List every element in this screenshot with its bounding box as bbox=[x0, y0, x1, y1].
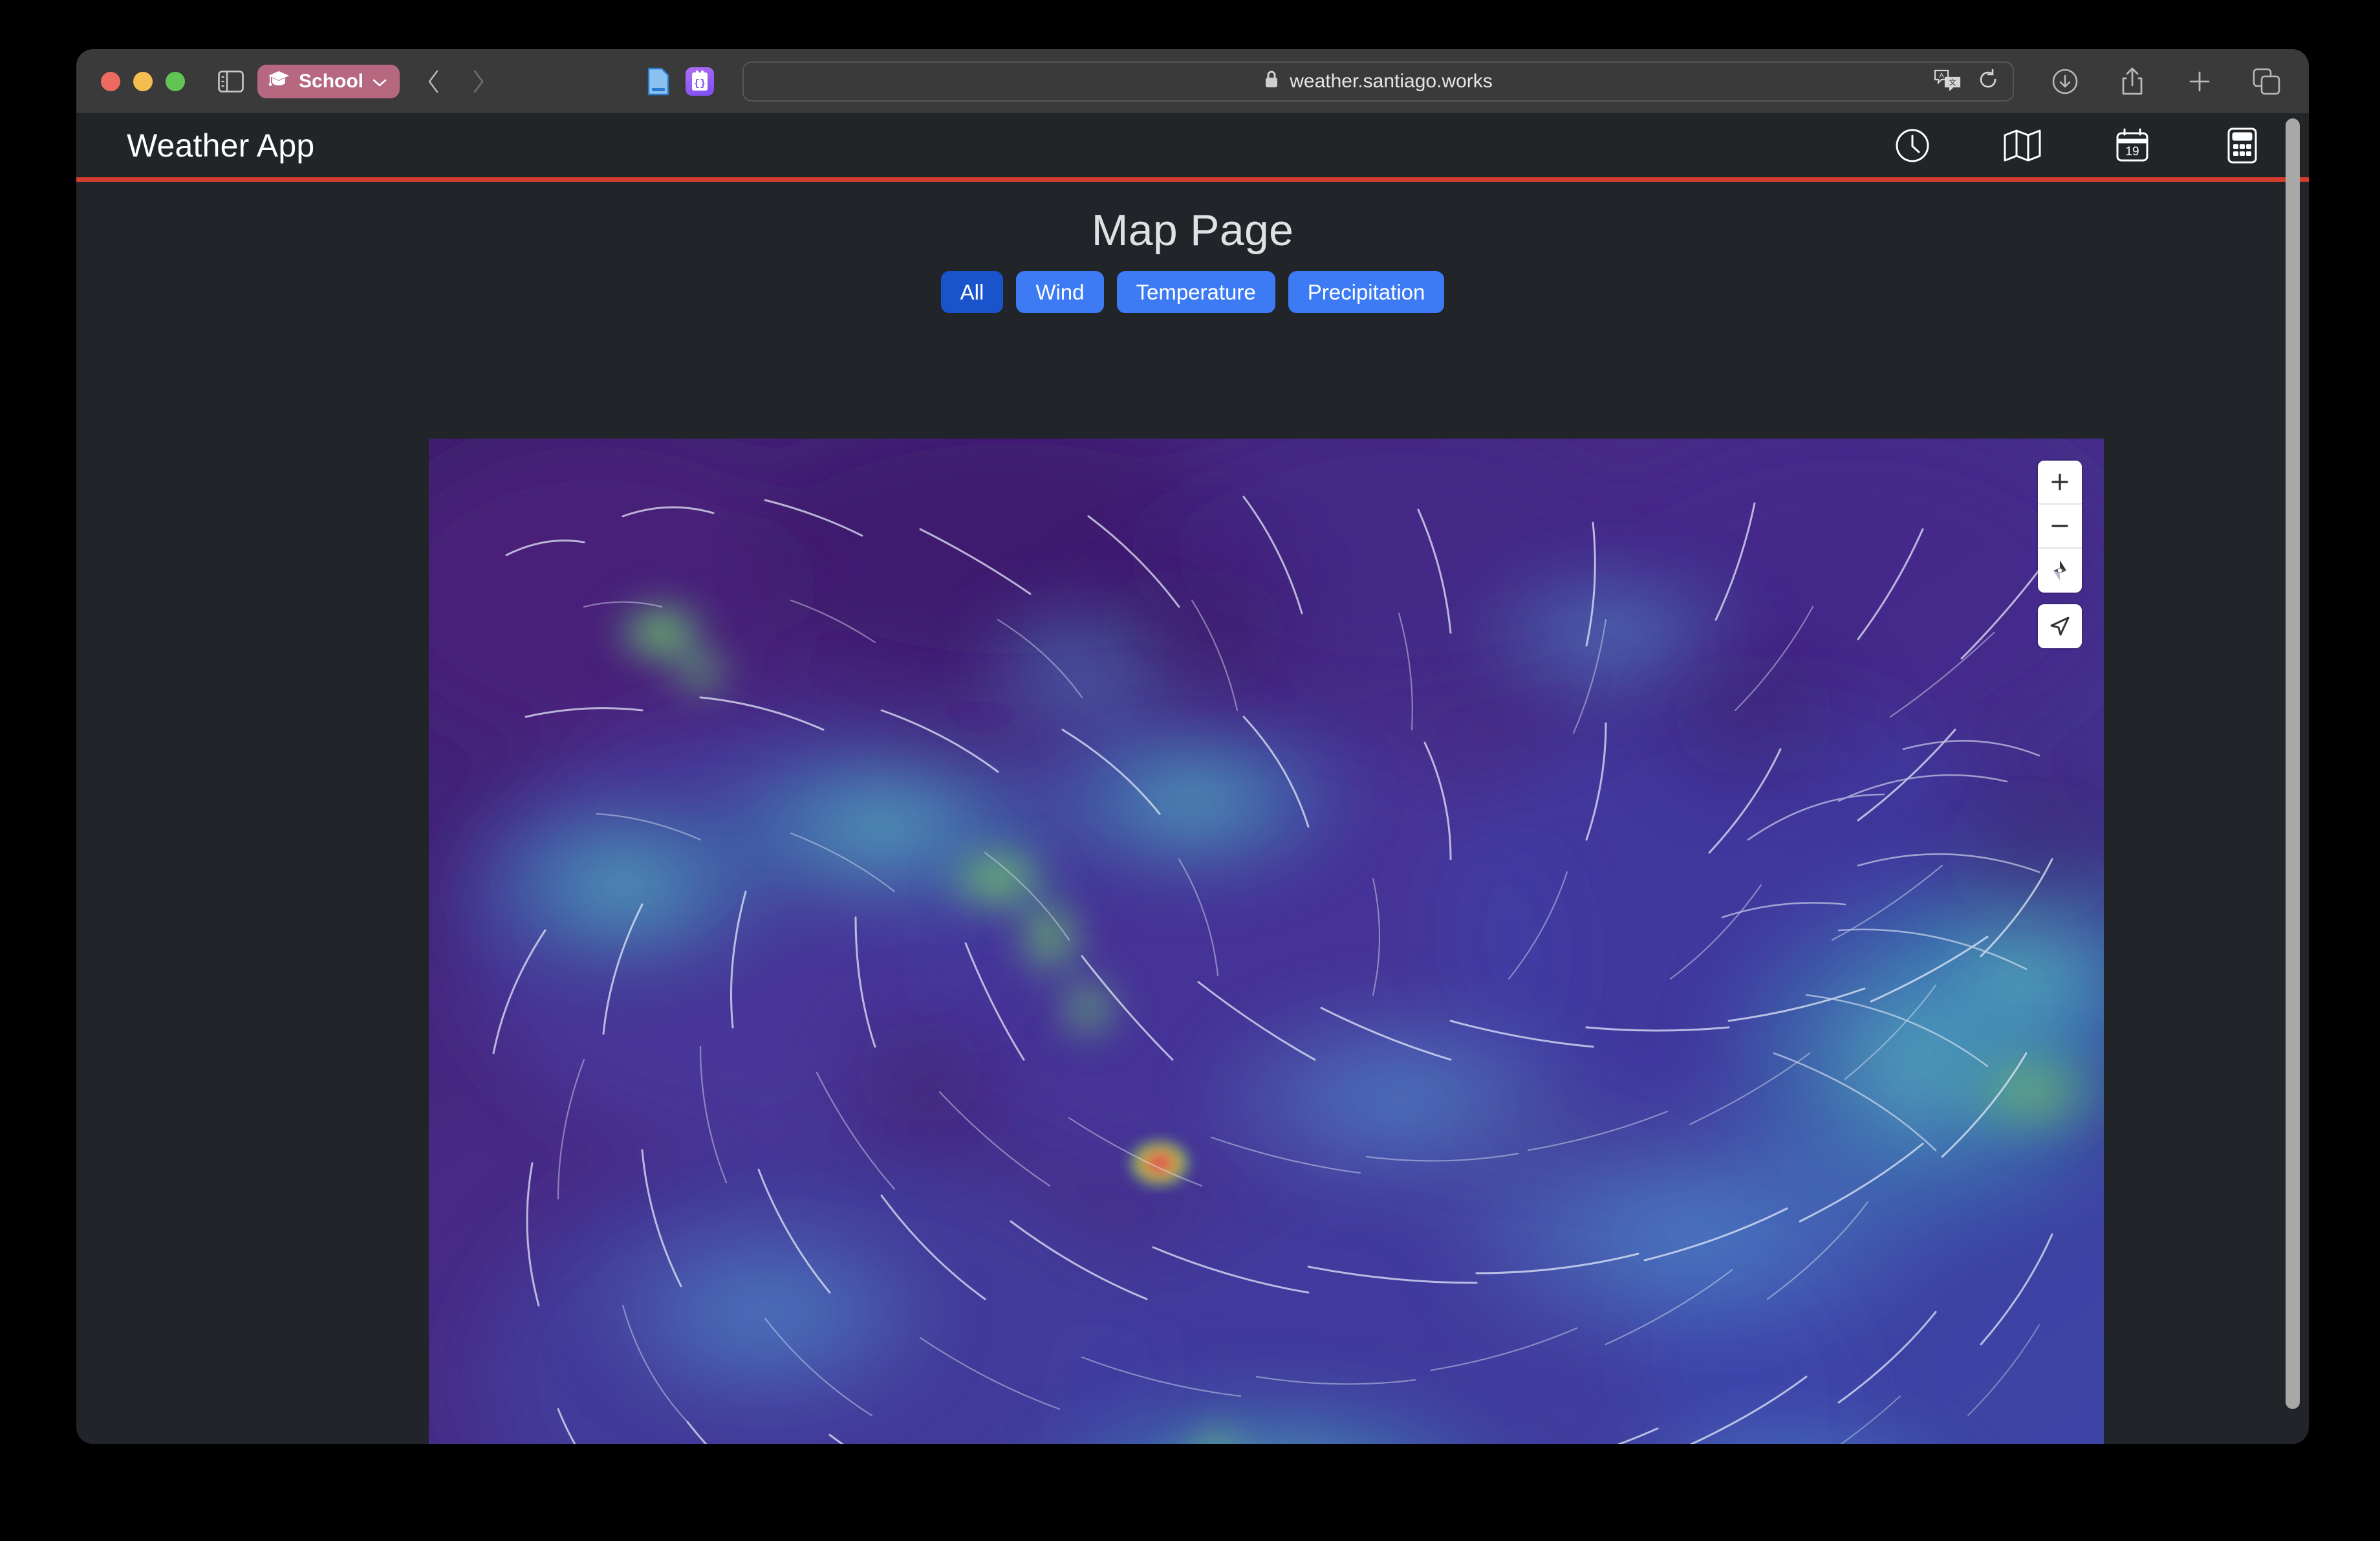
pinned-tabs: {} bbox=[644, 67, 715, 96]
share-icon[interactable] bbox=[2115, 64, 2150, 99]
map-page-heading: Map Page bbox=[1091, 206, 1294, 255]
svg-text:A: A bbox=[1939, 72, 1944, 80]
filter-button-temperature[interactable]: Temperature bbox=[1116, 271, 1275, 313]
profile-chip-school[interactable]: School bbox=[257, 64, 400, 98]
calculator-icon[interactable] bbox=[2222, 126, 2262, 166]
map-icon[interactable] bbox=[2002, 126, 2042, 166]
page-content: Weather App 19 Map Page All Wind Tempera… bbox=[76, 113, 2309, 1444]
filter-button-wind[interactable]: Wind bbox=[1016, 271, 1104, 313]
page-scrollbar[interactable] bbox=[2286, 118, 2300, 1409]
layer-filter-group: All Wind Temperature Precipitation bbox=[76, 271, 2309, 313]
new-tab-icon[interactable] bbox=[2182, 64, 2217, 99]
sidebar-toggle-icon[interactable] bbox=[213, 64, 248, 99]
chevron-down-icon[interactable] bbox=[373, 71, 387, 93]
map-storm-core bbox=[1126, 1137, 1193, 1189]
url-text: weather.santiago.works bbox=[1290, 70, 1493, 92]
filter-button-precipitation[interactable]: Precipitation bbox=[1288, 271, 1445, 313]
svg-text:文: 文 bbox=[1949, 78, 1956, 87]
compass-control[interactable] bbox=[2038, 549, 2082, 593]
calendar-day-number: 19 bbox=[2125, 145, 2139, 158]
translate-icon[interactable]: A 文 bbox=[1934, 69, 1961, 94]
svg-text:{}: {} bbox=[694, 78, 706, 89]
map-geolocate-group bbox=[2038, 604, 2082, 648]
zoom-window-button[interactable] bbox=[166, 71, 185, 91]
profile-label: School bbox=[299, 70, 364, 92]
chevron-left-icon[interactable] bbox=[416, 64, 451, 99]
page-title: Weather App bbox=[127, 127, 315, 164]
navigation-arrows bbox=[416, 64, 495, 99]
zoom-in-control[interactable] bbox=[2038, 461, 2082, 505]
browser-window: School {} weather.santiago.works A 文 Wea… bbox=[76, 49, 2309, 1444]
chevron-right-icon[interactable] bbox=[460, 64, 495, 99]
url-display: weather.santiago.works bbox=[1264, 69, 1493, 94]
address-bar-actions: A 文 bbox=[1934, 63, 1998, 100]
map-zoom-controls bbox=[2038, 461, 2082, 593]
map-canvas[interactable] bbox=[429, 439, 2104, 1444]
tab-overview-icon[interactable] bbox=[2249, 64, 2284, 99]
weather-map[interactable] bbox=[429, 439, 2104, 1444]
geolocate-control[interactable] bbox=[2038, 604, 2082, 648]
graduation-cap-icon bbox=[268, 70, 290, 93]
minimize-window-button[interactable] bbox=[133, 71, 153, 91]
document-favicon[interactable] bbox=[644, 67, 673, 96]
clock-icon[interactable] bbox=[1892, 126, 1932, 166]
code-braces-favicon[interactable]: {} bbox=[686, 67, 715, 96]
calendar-icon[interactable]: 19 bbox=[2112, 126, 2152, 166]
lock-icon bbox=[1264, 69, 1279, 94]
filter-button-all[interactable]: All bbox=[940, 271, 1004, 313]
traffic-lights bbox=[101, 71, 185, 91]
address-bar[interactable]: weather.santiago.works A 文 bbox=[742, 61, 2014, 102]
close-window-button[interactable] bbox=[101, 71, 120, 91]
downloads-icon[interactable] bbox=[2048, 64, 2082, 99]
zoom-out-control[interactable] bbox=[2038, 505, 2082, 549]
app-nav-icons: 19 bbox=[1892, 126, 2262, 166]
app-navbar: Weather App 19 bbox=[76, 113, 2309, 182]
toolbar-right-actions bbox=[2048, 64, 2284, 99]
browser-toolbar: School {} weather.santiago.works A 文 bbox=[76, 49, 2309, 113]
reload-icon[interactable] bbox=[1978, 69, 1998, 94]
